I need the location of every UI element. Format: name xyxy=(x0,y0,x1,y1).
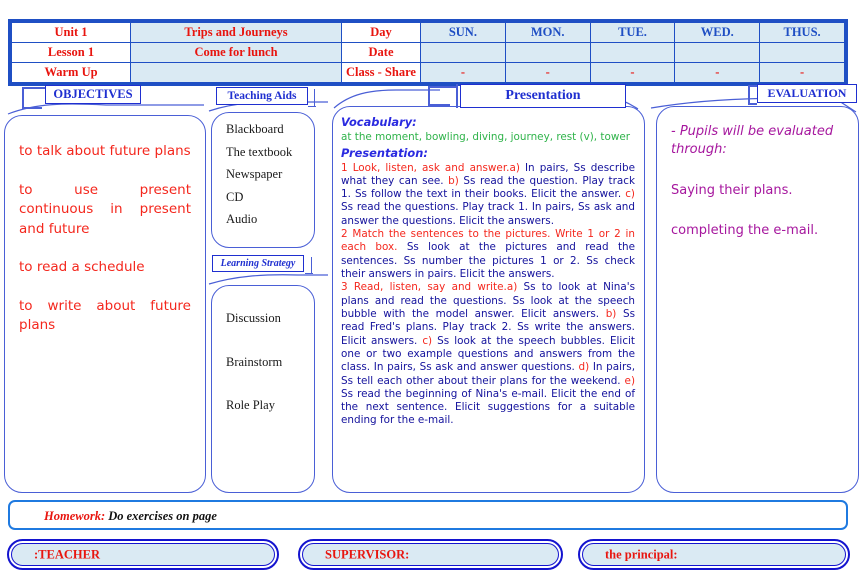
principal-label: the principal: xyxy=(605,547,678,561)
teaching-aids-panel: Blackboard The textbook Newspaper CD Aud… xyxy=(211,112,315,248)
list-item: The textbook xyxy=(226,144,293,159)
unit-value[interactable]: Trips and Journeys xyxy=(130,22,342,43)
evaluation-body: - Pupils will be evaluated through: Sayi… xyxy=(657,107,858,241)
presentation-tag: Presentation xyxy=(460,84,626,108)
class-thus-cell[interactable]: - xyxy=(759,62,845,83)
header-table: Unit 1 Trips and Journeys Day SUN. MON. … xyxy=(8,19,848,86)
list-item: completing the e-mail. xyxy=(671,223,819,239)
item3-e-marker: e) xyxy=(624,374,635,387)
lesson-label: Lesson 1 xyxy=(11,42,131,63)
table-row: Warm Up Class - Share - - - - - xyxy=(11,62,845,83)
class-share-label: Class - Share xyxy=(341,62,421,83)
warmup-label: Warm Up xyxy=(11,62,131,83)
evaluation-panel: - Pupils will be evaluated through: Sayi… xyxy=(656,106,859,493)
class-mon-cell[interactable]: - xyxy=(504,62,591,83)
item3-b-marker: b) xyxy=(605,307,617,320)
date-label: Date xyxy=(341,42,421,63)
item1-title: 1 Look, listen, ask and answer. xyxy=(341,161,510,174)
day-tue: TUE. xyxy=(589,22,676,43)
presentation-body: Vocabulary: at the moment, bowling, divi… xyxy=(333,107,644,428)
presentation-connector xyxy=(428,84,458,108)
item1-b-marker: b) xyxy=(448,174,459,187)
principal-signature-inner: the principal: xyxy=(582,543,846,566)
item1-c-marker: c) xyxy=(625,188,635,201)
date-sun-cell[interactable] xyxy=(420,42,506,63)
class-wed-cell[interactable]: - xyxy=(674,62,761,83)
homework-label: Homework: xyxy=(44,509,106,523)
class-tue-cell[interactable]: - xyxy=(589,62,676,83)
teaching-aids-connector xyxy=(308,89,316,107)
list-item: Discussion xyxy=(226,311,281,325)
unit-label: Unit 1 xyxy=(11,22,131,43)
teacher-signature-field[interactable]: :TEACHER xyxy=(7,539,279,570)
list-item: Newspaper xyxy=(226,167,283,181)
date-thus-cell[interactable] xyxy=(759,42,845,63)
principal-signature-field[interactable]: the principal: xyxy=(578,539,850,570)
evaluation-tag: EVALUATION xyxy=(757,84,857,103)
list-item: Brainstorm xyxy=(226,354,283,369)
evaluation-connector xyxy=(748,85,757,105)
supervisor-signature-field[interactable]: SUPERVISOR: xyxy=(298,539,563,570)
homework-value[interactable]: Do exercises on page xyxy=(108,509,217,523)
date-tue-cell[interactable] xyxy=(589,42,676,63)
list-item: Saying their plans. xyxy=(671,182,793,198)
presentation-heading: Presentation: xyxy=(341,145,428,160)
objectives-tag: OBJECTIVES xyxy=(45,85,141,104)
supervisor-label: SUPERVISOR: xyxy=(325,547,410,561)
list-item: to write about future plans xyxy=(19,297,191,334)
day-label: Day xyxy=(341,22,421,43)
teacher-signature-inner: :TEACHER xyxy=(11,543,275,566)
learning-strategy-connector xyxy=(305,257,313,274)
presentation-panel: Vocabulary: at the moment, bowling, divi… xyxy=(332,106,645,493)
list-item: to talk about future plans xyxy=(19,143,191,159)
supervisor-signature-inner: SUPERVISOR: xyxy=(302,543,559,566)
day-sun: SUN. xyxy=(420,22,506,43)
teacher-label: :TEACHER xyxy=(34,547,100,561)
date-mon-cell[interactable] xyxy=(504,42,591,63)
date-wed-cell[interactable] xyxy=(674,42,761,63)
item3-c-marker: c) xyxy=(422,334,433,347)
lesson-plan-page: Unit 1 Trips and Journeys Day SUN. MON. … xyxy=(0,0,863,576)
list-item: Role Play xyxy=(226,398,275,412)
item3-e-text: Ss read the beginning of Nina's e-mail. … xyxy=(341,387,635,427)
list-item: Audio xyxy=(226,212,258,226)
teaching-aids-tag: Teaching Aids xyxy=(216,87,308,105)
teaching-aids-list: Blackboard The textbook Newspaper CD Aud… xyxy=(212,113,314,226)
table-row: Lesson 1 Come for lunch Date xyxy=(11,42,845,63)
day-mon: MON. xyxy=(504,22,591,43)
learning-strategy-tag: Learning Strategy xyxy=(212,255,304,272)
presentation-item-2: 2 Match the sentences to the pictures. W… xyxy=(341,228,635,281)
lesson-value[interactable]: Come for lunch xyxy=(130,42,342,63)
warmup-value[interactable] xyxy=(130,62,342,83)
list-item: CD xyxy=(226,189,244,204)
item3-title: 3 Read, listen, say and write. xyxy=(341,281,507,294)
list-item: to use present continuous in present and… xyxy=(19,181,191,237)
presentation-item-3: 3 Read, listen, say and write.a) Ss to l… xyxy=(341,281,635,427)
vocabulary-heading: Vocabulary: xyxy=(341,115,417,129)
day-wed: WED. xyxy=(674,22,761,43)
item3-d-marker: d) xyxy=(578,361,590,374)
item1-a-marker: a) xyxy=(509,161,520,174)
learning-strategy-list: Discussion Brainstorm Role Play xyxy=(212,286,314,412)
presentation-item-1: 1 Look, listen, ask and answer.a) In pai… xyxy=(341,162,635,229)
item3-a-marker: a) xyxy=(506,281,518,294)
objectives-panel: to talk about future plans to use presen… xyxy=(4,115,206,493)
objectives-list: to talk about future plans to use presen… xyxy=(5,116,205,336)
list-item: Blackboard xyxy=(226,122,284,136)
evaluation-lead: - Pupils will be evaluated through: xyxy=(671,124,834,158)
day-thus: THUS. xyxy=(759,22,845,43)
class-sun-cell[interactable]: - xyxy=(420,62,506,83)
list-item: to read a schedule xyxy=(19,259,145,276)
table-row: Unit 1 Trips and Journeys Day SUN. MON. … xyxy=(11,22,845,43)
homework-text: Homework: Do exercises on page xyxy=(44,509,217,524)
learning-strategy-panel: Discussion Brainstorm Role Play xyxy=(211,285,315,493)
homework-row[interactable]: Homework: Do exercises on page xyxy=(8,500,848,530)
vocabulary-text: at the moment, bowling, diving, journey,… xyxy=(341,130,631,143)
item1-c-text: Ss read the questions. Play track 1. In … xyxy=(341,201,635,227)
